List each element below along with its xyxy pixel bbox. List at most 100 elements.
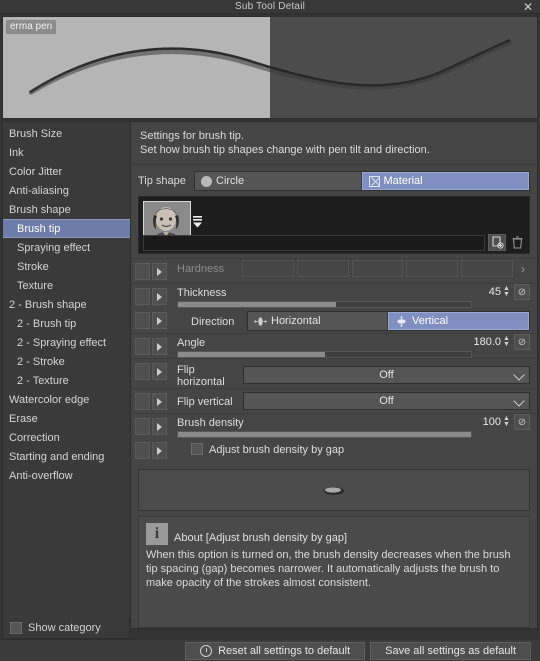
direction-toggle-group[interactable]: Horizontal Vertical xyxy=(247,311,530,331)
adjust-gap-toggle-box[interactable] xyxy=(135,442,150,459)
hardness-segment-5[interactable] xyxy=(461,260,513,277)
brush-tip-preview-mark xyxy=(324,486,344,495)
about-text: When this option is turned on, the brush… xyxy=(146,549,511,589)
sidebar-item-anti-overflow[interactable]: Anti-overflow xyxy=(3,466,130,485)
brush-density-disable-icon[interactable]: ⊘ xyxy=(514,414,530,430)
hardness-segment-3[interactable] xyxy=(351,260,404,277)
material-strip[interactable] xyxy=(138,196,530,254)
hardness-segment-1[interactable] xyxy=(242,260,294,277)
content-area: Brush Size Ink Color Jitter Anti-aliasin… xyxy=(2,121,538,629)
tip-shape-label: Tip shape xyxy=(138,175,186,187)
angle-value-box[interactable]: 180.0 ▲ ▼ ⊘ xyxy=(471,334,530,350)
sidebar-item-2-brush-tip[interactable]: 2 - Brush tip xyxy=(3,314,130,333)
sidebar-item-starting-and-ending[interactable]: Starting and ending xyxy=(3,447,130,466)
panel-description: Settings for brush tip. Set how brush ti… xyxy=(131,122,537,165)
flip-horizontal-expand-arrow[interactable] xyxy=(152,363,167,380)
brush-tip-preview xyxy=(138,469,530,511)
sidebar-item-anti-aliasing[interactable]: Anti-aliasing xyxy=(3,181,130,200)
adjust-gap-expand-arrow[interactable] xyxy=(152,442,167,459)
dialog-footer: Reset all settings to default Save all s… xyxy=(0,639,540,661)
brush-name-badge: erma pen xyxy=(6,20,57,34)
chevron-right-icon[interactable]: › xyxy=(516,262,530,276)
tip-shape-option-material[interactable]: Material xyxy=(361,172,529,190)
sidebar-item-erase[interactable]: Erase xyxy=(3,409,130,428)
direction-expand-arrow[interactable] xyxy=(152,312,167,329)
sidebar-item-2-stroke[interactable]: 2 - Stroke xyxy=(3,352,130,371)
flip-horizontal-dropdown[interactable]: Off xyxy=(243,366,530,384)
sidebar-item-stroke[interactable]: Stroke xyxy=(3,257,130,276)
save-all-settings-button[interactable]: Save all settings as default xyxy=(370,641,531,660)
flip-horizontal-toggle-box[interactable] xyxy=(135,363,150,380)
about-box: i About [Adjust brush density by gap] Wh… xyxy=(138,516,530,628)
tip-shape-material-label: Material xyxy=(383,175,423,187)
angle-stepper[interactable]: ▲ ▼ xyxy=(502,335,511,350)
brush-stroke-graphic xyxy=(28,39,512,95)
thickness-value-box[interactable]: 45 ▲ ▼ ⊘ xyxy=(471,284,530,300)
brush-density-toggle-box[interactable] xyxy=(135,418,150,435)
direction-body: Direction Horizontal Vertical xyxy=(167,308,530,331)
angle-toggle-box[interactable] xyxy=(135,338,150,355)
direction-toggle-box[interactable] xyxy=(135,312,150,329)
sidebar-item-color-jitter[interactable]: Color Jitter xyxy=(3,162,130,181)
angle-slider-fill xyxy=(178,352,325,357)
hardness-segments[interactable]: Hardness › xyxy=(177,259,530,277)
thickness-stepper[interactable]: ▲ ▼ xyxy=(502,285,511,300)
thickness-slider[interactable] xyxy=(177,301,472,308)
thickness-toggle-box[interactable] xyxy=(135,288,150,305)
material-slot-field[interactable] xyxy=(143,235,485,251)
settings-panel: Settings for brush tip. Set how brush ti… xyxy=(130,121,538,629)
horizontal-icon xyxy=(254,316,267,326)
hardness-toggle-box[interactable] xyxy=(135,263,150,280)
hardness-segment-4[interactable] xyxy=(406,260,459,277)
sidebar-item-spraying-effect[interactable]: Spraying effect xyxy=(3,238,130,257)
close-icon[interactable]: ✕ xyxy=(520,0,536,14)
show-category-label: Show category xyxy=(28,621,101,634)
hardness-expand-arrow[interactable] xyxy=(152,263,167,280)
sidebar-item-ink[interactable]: Ink xyxy=(3,143,130,162)
angle-label: Angle xyxy=(177,337,206,349)
direction-option-horizontal[interactable]: Horizontal xyxy=(248,312,388,330)
brush-density-stepper[interactable]: ▲ ▼ xyxy=(502,415,511,430)
material-dropdown-icon[interactable] xyxy=(191,215,204,229)
delete-material-icon[interactable] xyxy=(508,234,526,251)
sidebar-item-2-texture[interactable]: 2 - Texture xyxy=(3,371,130,390)
flip-vertical-toggle-box[interactable] xyxy=(135,393,150,410)
reset-button-label: Reset all settings to default xyxy=(218,644,351,657)
thickness-label: Thickness xyxy=(177,287,227,299)
brush-density-slider[interactable] xyxy=(177,431,472,438)
sidebar-item-texture[interactable]: Texture xyxy=(3,276,130,295)
thickness-expand-arrow[interactable] xyxy=(152,288,167,305)
tip-shape-option-circle[interactable]: Circle xyxy=(195,172,362,190)
brush-density-value-box[interactable]: 100 ▲ ▼ ⊘ xyxy=(471,414,530,430)
adjust-gap-body: Adjust brush density by gap xyxy=(167,438,530,456)
sidebar-item-2-spraying-effect[interactable]: 2 - Spraying effect xyxy=(3,333,130,352)
angle-disable-icon[interactable]: ⊘ xyxy=(514,334,530,350)
flip-vertical-body: Flip vertical Off xyxy=(167,389,530,410)
category-sidebar[interactable]: Brush Size Ink Color Jitter Anti-aliasin… xyxy=(2,121,130,629)
row-adjust-brush-density-by-gap: Adjust brush density by gap xyxy=(131,438,537,463)
hardness-segment-2[interactable] xyxy=(296,260,349,277)
show-category-checkbox[interactable] xyxy=(10,621,22,634)
sidebar-item-2-brush-shape[interactable]: 2 - Brush shape xyxy=(3,295,130,314)
brush-density-expand-arrow[interactable] xyxy=(152,418,167,435)
sidebar-item-brush-shape[interactable]: Brush shape xyxy=(3,200,130,219)
tip-shape-toggle-group[interactable]: Circle Material xyxy=(194,171,530,191)
sidebar-item-brush-tip[interactable]: Brush tip xyxy=(3,219,130,238)
flip-vertical-dropdown[interactable]: Off xyxy=(243,392,530,410)
direction-label: Direction xyxy=(191,316,235,328)
angle-expand-arrow[interactable] xyxy=(152,338,167,355)
flip-vertical-label: Flip vertical xyxy=(177,396,233,408)
thickness-body: Thickness 45 ▲ ▼ ⊘ xyxy=(167,284,530,308)
reset-all-settings-button[interactable]: Reset all settings to default xyxy=(185,641,366,660)
angle-slider[interactable] xyxy=(177,351,472,358)
flip-vertical-expand-arrow[interactable] xyxy=(152,393,167,410)
add-material-icon[interactable] xyxy=(488,234,506,251)
brush-density-slider-fill xyxy=(178,432,471,437)
sidebar-item-brush-size[interactable]: Brush Size xyxy=(3,124,130,143)
row-brush-density: Brush density 100 ▲ ▼ ⊘ xyxy=(131,413,537,438)
direction-option-vertical[interactable]: Vertical xyxy=(388,312,529,330)
adjust-gap-checkbox[interactable] xyxy=(191,443,203,455)
sidebar-item-watercolor-edge[interactable]: Watercolor edge xyxy=(3,390,130,409)
sidebar-item-correction[interactable]: Correction xyxy=(3,428,130,447)
thickness-disable-icon[interactable]: ⊘ xyxy=(514,284,530,300)
